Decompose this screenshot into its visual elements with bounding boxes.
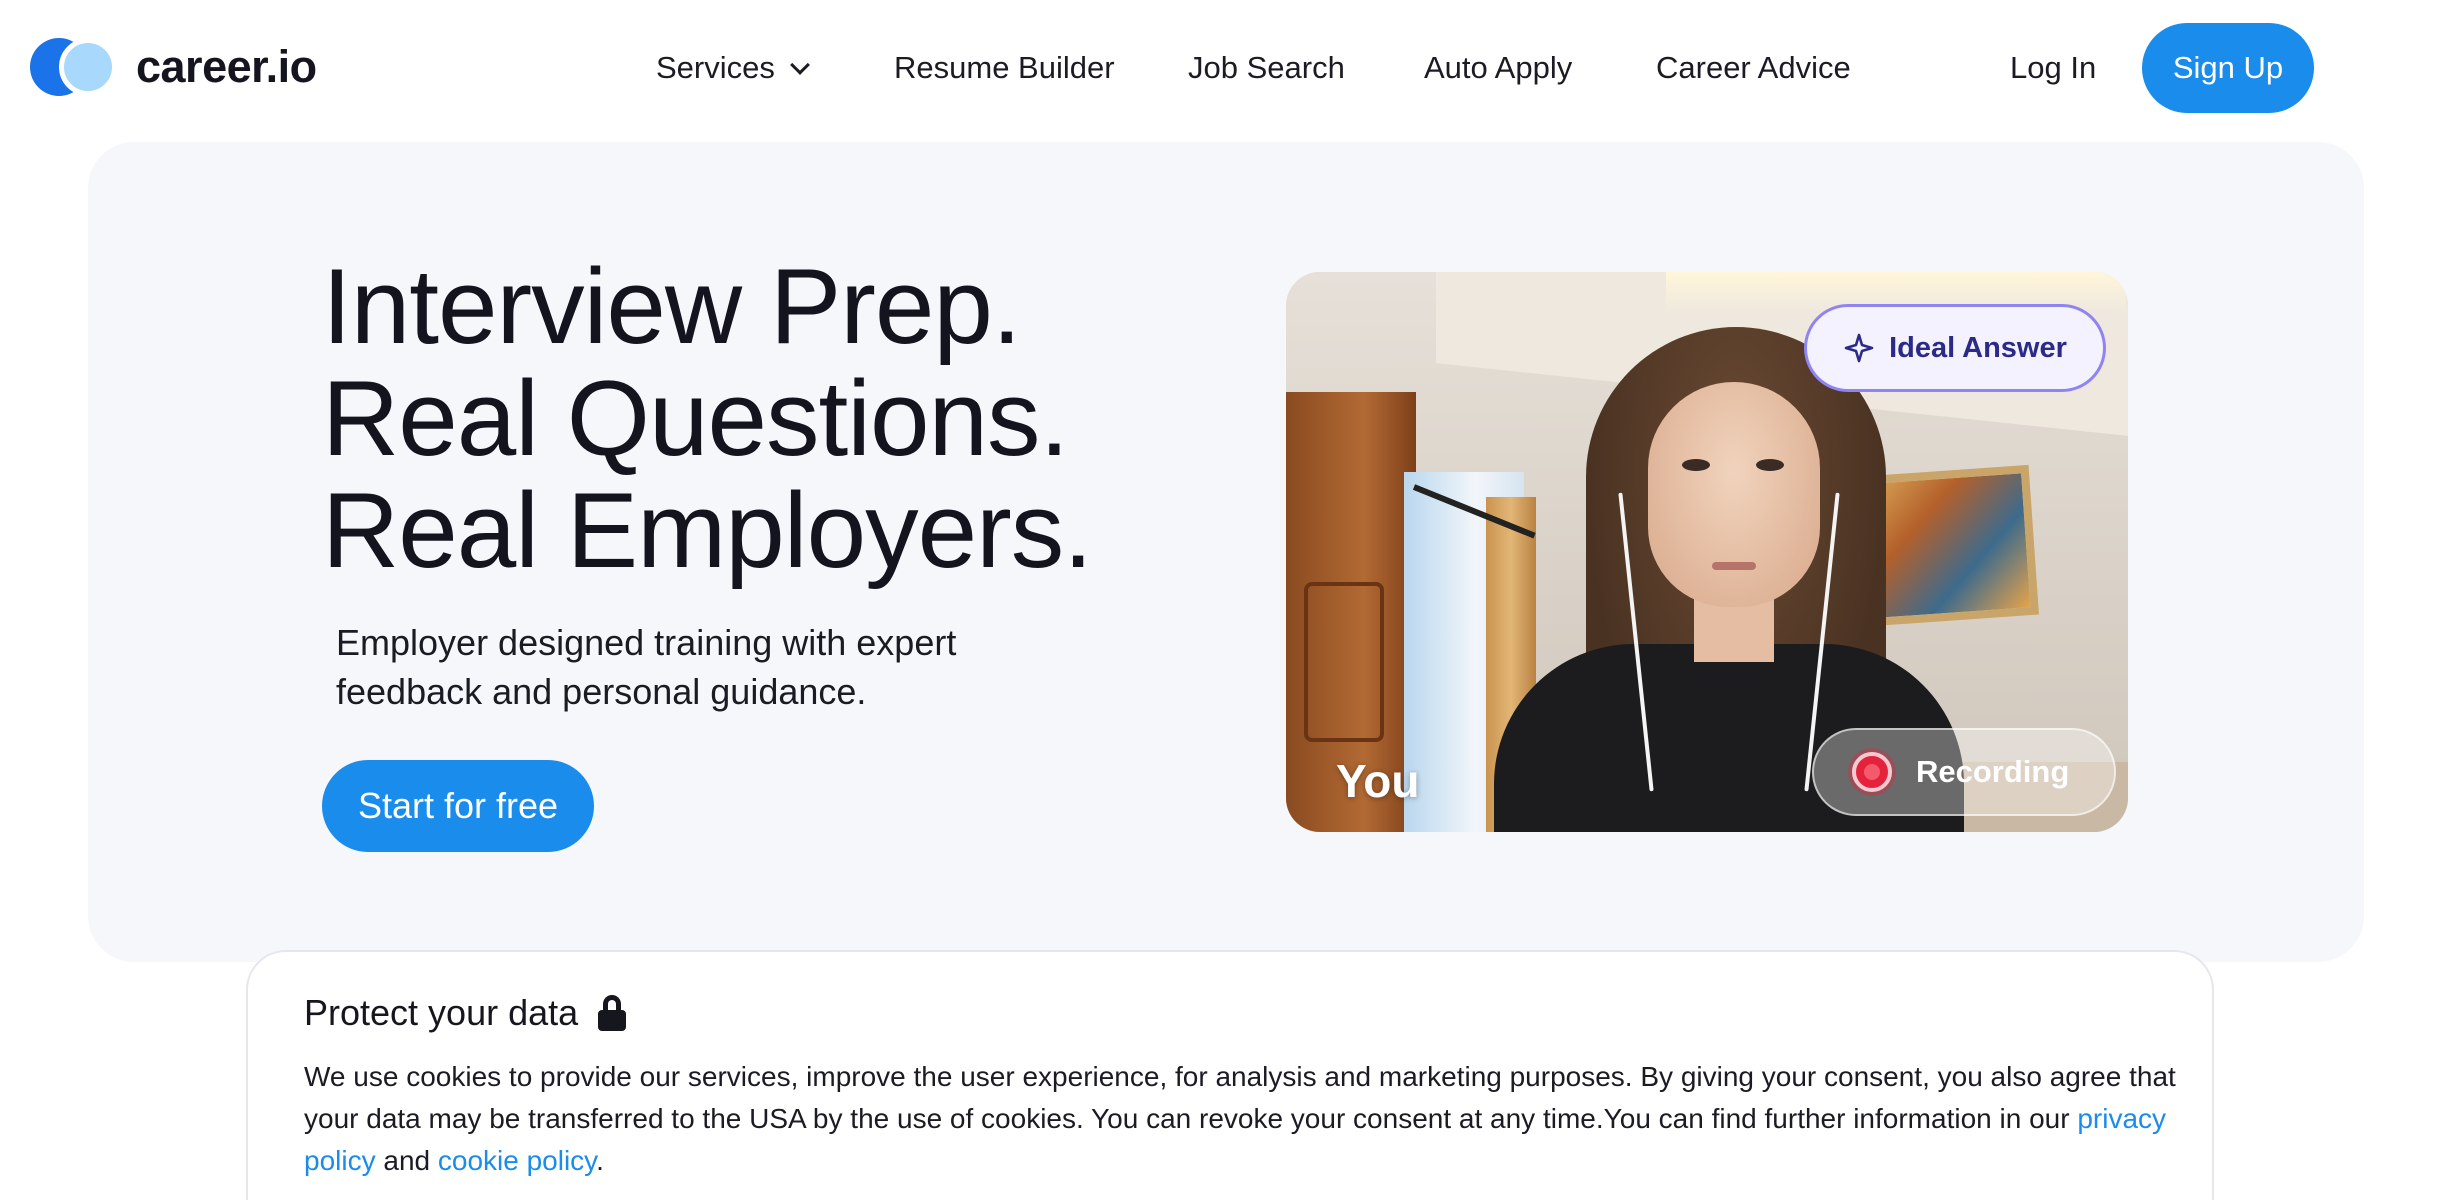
hero-subtitle: Employer designed training with expert f… [336, 622, 957, 712]
site-header: career.io Services Resume Builder Job Se… [0, 0, 2464, 136]
cookie-title: Protect your data [304, 992, 627, 1034]
lock-icon [598, 995, 627, 1031]
sparkle-icon [1844, 333, 1874, 363]
recording-label: Recording [1916, 754, 2070, 789]
cookie-end-text: . [596, 1145, 604, 1176]
nav-item-label: Services [656, 50, 775, 85]
hero-title-line: Real Questions. [322, 358, 1069, 478]
recording-indicator[interactable]: Recording [1812, 728, 2116, 816]
cookie-description: We use cookies to provide our services, … [304, 1056, 2184, 1182]
hero-title-line: Real Employers. [322, 470, 1093, 590]
participant-video [1648, 382, 1820, 607]
logo-text: career.io [136, 41, 317, 92]
participant-label: You [1336, 755, 1420, 807]
chevron-down-icon [789, 55, 810, 75]
ideal-answer-button[interactable]: Ideal Answer [1804, 304, 2106, 392]
nav-item-auto-apply[interactable]: Auto Apply [1424, 44, 1572, 92]
cookie-body-text: We use cookies to provide our services, … [304, 1061, 2176, 1134]
login-link[interactable]: Log In [2010, 44, 2096, 92]
nav-item-services[interactable]: Services [656, 44, 810, 92]
signup-button[interactable]: Sign Up [2142, 23, 2314, 113]
nav-item-job-search[interactable]: Job Search [1188, 44, 1345, 92]
hero-title: Interview Prep. Real Questions. Real Emp… [322, 246, 1093, 590]
cookie-connector-text: and [375, 1145, 438, 1176]
cookie-title-text: Protect your data [304, 992, 579, 1033]
cookie-consent-panel: Protect your data We use cookies to prov… [246, 950, 2214, 1200]
nav-item-career-advice[interactable]: Career Advice [1656, 44, 1851, 92]
cookie-policy-link[interactable]: cookie policy [438, 1145, 596, 1176]
record-icon [1852, 752, 1892, 792]
hero-title-line: Interview Prep. [322, 246, 1022, 366]
start-for-free-button[interactable]: Start for free [322, 760, 594, 852]
nav-item-resume-builder[interactable]: Resume Builder [894, 44, 1115, 92]
ideal-answer-label: Ideal Answer [1889, 331, 2067, 364]
logo[interactable]: career.io [30, 38, 317, 96]
logo-icon [30, 38, 117, 96]
